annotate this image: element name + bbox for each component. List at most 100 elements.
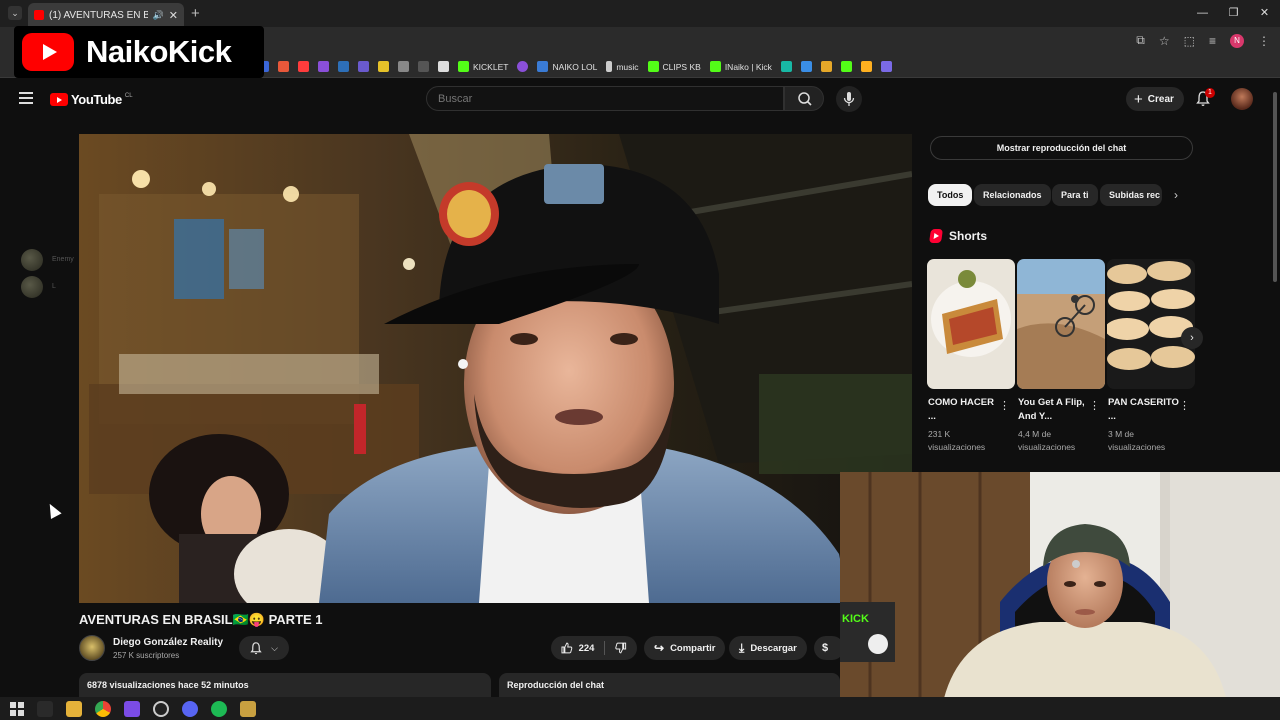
- tab-close-icon[interactable]: ✕: [169, 9, 178, 22]
- channel-name[interactable]: Diego González Reality: [113, 637, 223, 648]
- bookmark-icon[interactable]: [860, 61, 872, 72]
- bookmark-icon[interactable]: [298, 61, 309, 72]
- bookmark-icon[interactable]: [358, 61, 369, 72]
- browser-tab-strip: ⌄ (1) AVENTURAS EN BRASIL 🔊 ✕ + — ❐ ✕: [0, 0, 1280, 27]
- share-button[interactable]: ↪ Compartir: [644, 636, 726, 660]
- page-scrollbar[interactable]: [1273, 92, 1277, 282]
- file-explorer-icon[interactable]: [66, 700, 82, 717]
- short-views: 3 M de visualizaciones: [1108, 429, 1166, 452]
- bookmark-icon[interactable]: [880, 61, 892, 72]
- new-tab-button[interactable]: +: [191, 5, 200, 22]
- youtube-favicon-icon: [34, 10, 44, 20]
- channel-avatar[interactable]: [79, 635, 105, 661]
- star-icon[interactable]: ☆: [1159, 34, 1170, 48]
- speaker-icon[interactable]: 🔊: [153, 10, 164, 21]
- chat-user-name: Enemy: [52, 256, 74, 263]
- hamburger-menu-icon[interactable]: [19, 92, 33, 104]
- bookmark-icon[interactable]: [438, 61, 449, 72]
- short-menu-icon[interactable]: ⋮: [1179, 399, 1190, 412]
- thumbs-down-icon[interactable]: [615, 642, 627, 654]
- bell-icon: [250, 641, 262, 654]
- bookmark-icon[interactable]: [517, 61, 529, 72]
- chat-replay-header[interactable]: Reproducción del chat: [499, 673, 840, 697]
- svg-text:KICK: KICK: [842, 613, 869, 625]
- menu-dots-icon[interactable]: ⋮: [1258, 34, 1270, 48]
- bookmark-naiko-lol[interactable]: NAIKO LOL: [537, 61, 597, 72]
- chevron-right-icon[interactable]: ›: [1174, 188, 1178, 202]
- download-icon: ⤓: [739, 640, 745, 655]
- bookmark-icon[interactable]: [378, 61, 389, 72]
- streamer-logo-overlay: NaikoKick: [14, 26, 264, 78]
- like-dislike-group: 224: [551, 636, 637, 660]
- chip-todos[interactable]: Todos: [928, 184, 973, 206]
- bookmark-kicklet[interactable]: KICKLET: [458, 61, 508, 72]
- bookmark-music[interactable]: music: [606, 61, 639, 72]
- chevron-down-icon: ⌵: [271, 642, 278, 653]
- mouse-cursor-icon: [44, 501, 62, 519]
- minimize-button[interactable]: —: [1187, 0, 1218, 27]
- profile-avatar-icon[interactable]: N: [1230, 33, 1244, 48]
- tab-search-icon[interactable]: ⌄: [8, 6, 22, 20]
- close-window-button[interactable]: ✕: [1249, 0, 1280, 27]
- download-button[interactable]: ⤓ Descargar: [729, 636, 807, 660]
- chat-replay-label: Reproducción del chat: [507, 680, 605, 690]
- youtube-logo[interactable]: YouTube CL: [50, 92, 133, 107]
- like-count[interactable]: 224: [579, 643, 595, 654]
- short-menu-icon[interactable]: ⋮: [1089, 399, 1100, 412]
- short-thumbnail[interactable]: [927, 259, 1015, 389]
- discord-icon[interactable]: [182, 700, 198, 717]
- microphone-icon: [843, 92, 855, 106]
- bookmark-icon[interactable]: [338, 61, 349, 72]
- thumbs-up-icon[interactable]: [561, 642, 573, 654]
- kick-icon: [458, 61, 469, 72]
- bookmark-inaiko-kick[interactable]: INaiko | Kick: [709, 61, 772, 72]
- windows-start-icon[interactable]: [10, 701, 24, 716]
- account-avatar[interactable]: [1231, 88, 1253, 110]
- app-icon[interactable]: [124, 700, 140, 717]
- youtube-play-icon: [22, 33, 74, 71]
- app-icon[interactable]: [240, 700, 256, 717]
- short-title[interactable]: You Get A Flip, And Y...: [1018, 396, 1092, 424]
- chip-para-ti[interactable]: Para ti: [1052, 184, 1098, 206]
- short-title[interactable]: COMO HACER ...: [928, 396, 1002, 424]
- bookmark-clips-kb[interactable]: CLIPS KB: [647, 61, 701, 72]
- video-title: AVENTURAS EN BRASIL🇧🇷😛 PARTE 1: [79, 612, 323, 627]
- create-button[interactable]: + Crear: [1126, 87, 1184, 111]
- subscribe-notification-button[interactable]: ⌵: [239, 636, 289, 660]
- chat-user-name: L: [52, 283, 56, 290]
- share-icon: ↪: [654, 641, 665, 655]
- extensions-icon[interactable]: ⬚: [1184, 34, 1195, 48]
- show-chat-replay-button[interactable]: Mostrar reproducción del chat: [930, 136, 1193, 160]
- bookmark-icon[interactable]: [840, 61, 852, 72]
- video-frame: [79, 134, 912, 603]
- shorts-icon: [929, 229, 943, 243]
- bookmark-icon[interactable]: [318, 61, 329, 72]
- short-menu-icon[interactable]: ⋮: [999, 399, 1010, 412]
- video-player[interactable]: [79, 134, 912, 603]
- spotify-icon[interactable]: [211, 700, 227, 717]
- chip-relacionados[interactable]: Relacionados: [974, 184, 1051, 206]
- description-box[interactable]: 6878 visualizaciones hace 52 minutos: [79, 673, 491, 697]
- short-thumbnail[interactable]: [1017, 259, 1105, 389]
- search-button[interactable]: [784, 86, 824, 111]
- cast-icon[interactable]: ⧉: [1136, 33, 1145, 48]
- shorts-next-button[interactable]: ›: [1181, 327, 1203, 349]
- restore-button[interactable]: ❐: [1218, 0, 1249, 27]
- media-icon[interactable]: ≡: [1209, 34, 1216, 48]
- chrome-icon[interactable]: [95, 700, 111, 717]
- bookmark-icon[interactable]: [418, 61, 429, 72]
- search-input[interactable]: [426, 86, 784, 111]
- chip-subidas-recientes[interactable]: Subidas rec: [1100, 184, 1162, 206]
- youtube-logo-country: CL: [124, 92, 133, 99]
- bookmark-icon[interactable]: [820, 61, 832, 72]
- browser-tab-active[interactable]: (1) AVENTURAS EN BRASIL 🔊 ✕: [28, 3, 184, 27]
- obs-icon[interactable]: [153, 700, 169, 717]
- voice-search-button[interactable]: [836, 86, 862, 112]
- bookmark-icon[interactable]: [800, 61, 812, 72]
- short-title[interactable]: PAN CASERITO ...: [1108, 396, 1182, 424]
- music-icon: [606, 61, 613, 72]
- short-thumbnail[interactable]: [1107, 259, 1195, 389]
- bookmark-icon[interactable]: [398, 61, 409, 72]
- bookmark-icon[interactable]: [780, 61, 792, 72]
- bookmark-icon[interactable]: [278, 61, 289, 72]
